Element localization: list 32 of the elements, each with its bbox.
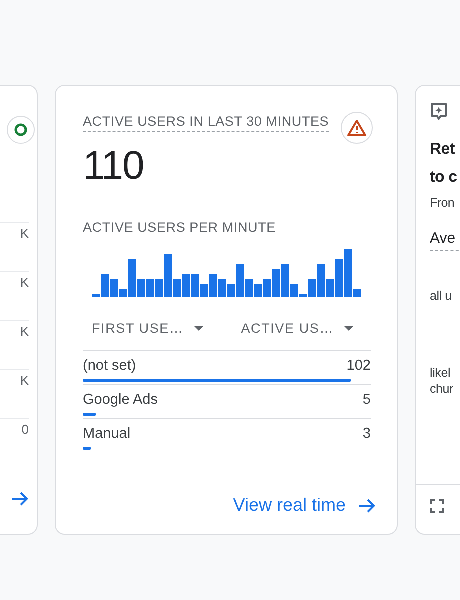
insight-title: Ret [430,140,456,160]
insight-title: to c [430,168,458,188]
view-real-time-link[interactable]: View real time [233,495,376,516]
insight-subtitle: Fron [430,196,456,210]
axis-label: 0 [22,422,29,437]
row-label: Google Ads [83,392,158,408]
column-header[interactable]: ACTIVE US… [241,321,354,336]
warning-icon[interactable] [341,112,373,144]
row-label: (not set) [83,358,136,374]
axis-label: K [20,324,29,339]
column-header[interactable]: FIRST USE… [92,321,204,336]
row-label: Manual [83,426,131,442]
row-value: 3 [362,426,371,442]
dropdown-icon [194,326,204,331]
card-title: ACTIVE USERS IN LAST 30 MINUTES [83,114,330,132]
expand-icon[interactable] [430,499,444,513]
chart-title: ACTIVE USERS PER MINUTE [83,220,277,235]
active-users-count: 110 [83,144,145,188]
axis-label: K [20,226,29,241]
segment-label: all u [430,289,453,303]
segment-label: likel [430,365,452,381]
metric-label: Ave [430,230,460,251]
insight-icon [430,102,448,122]
segment-label: chur [430,381,455,397]
dropdown-icon [344,326,354,331]
axis-label: K [20,373,29,388]
row-value: 5 [362,392,371,408]
axis-label: K [20,275,29,290]
status-icon [7,116,35,144]
row-value: 102 [346,358,371,374]
arrow-right-icon[interactable] [11,491,29,507]
arrow-right-icon [358,498,376,514]
